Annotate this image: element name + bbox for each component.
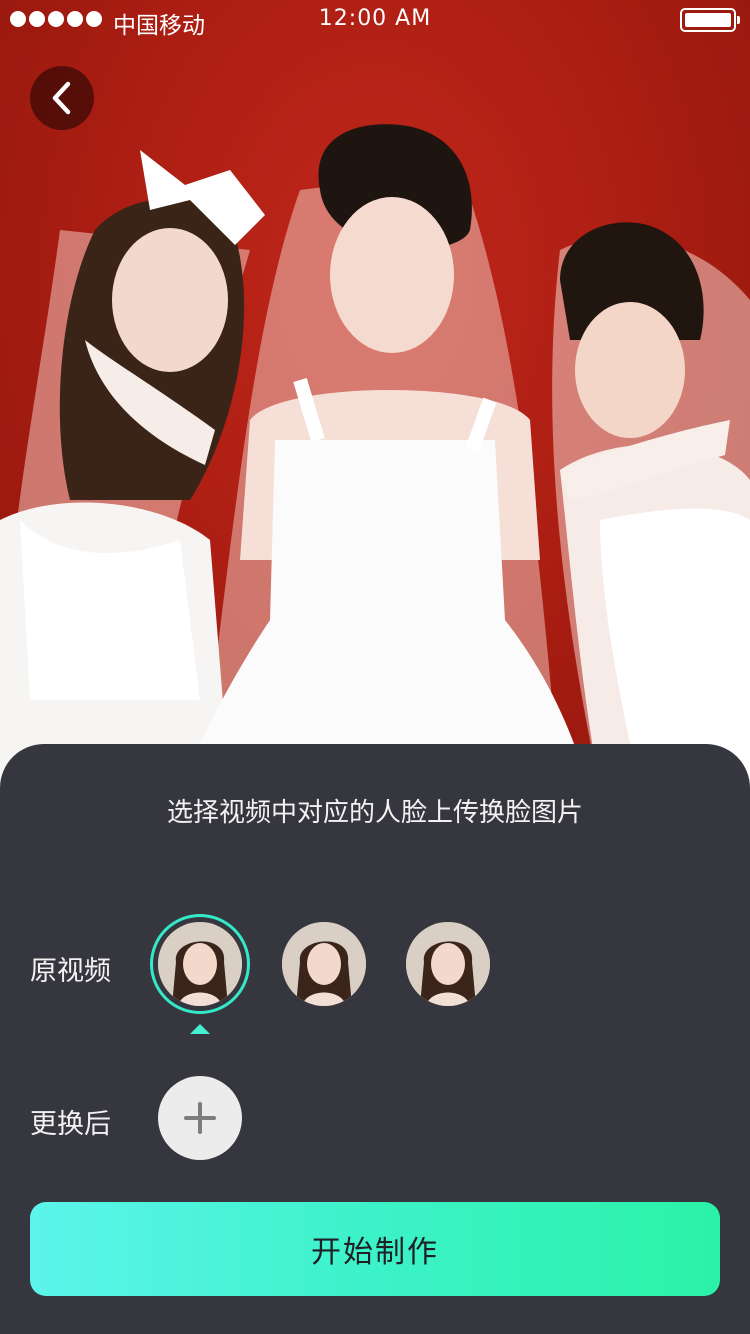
back-button[interactable] [30,66,94,130]
chevron-left-icon [52,81,71,115]
selection-indicator [190,1024,210,1034]
face-thumbnail [406,922,490,1006]
face-thumbnail [282,922,366,1006]
face-option-3[interactable] [406,922,490,1006]
status-bar: 中国移动 12:00 AM [0,0,750,40]
status-time: 12:00 AM [318,6,432,31]
plus-icon [184,1102,216,1134]
face-swap-panel: 选择视频中对应的人脸上传换脸图片 原视频 更换后 开始制作 [0,744,750,1334]
battery-icon [680,8,740,32]
panel-title: 选择视频中对应的人脸上传换脸图片 [166,798,583,828]
replacement-label: 更换后 [30,1109,111,1140]
face-thumbnail [158,922,242,1006]
add-face-button[interactable] [158,1076,242,1160]
brides-photo [0,124,750,790]
video-preview [0,0,750,790]
original-video-label: 原视频 [30,956,111,987]
face-option-1[interactable] [158,922,242,1006]
start-button[interactable]: 开始制作 [30,1202,720,1296]
face-option-2[interactable] [282,922,366,1006]
